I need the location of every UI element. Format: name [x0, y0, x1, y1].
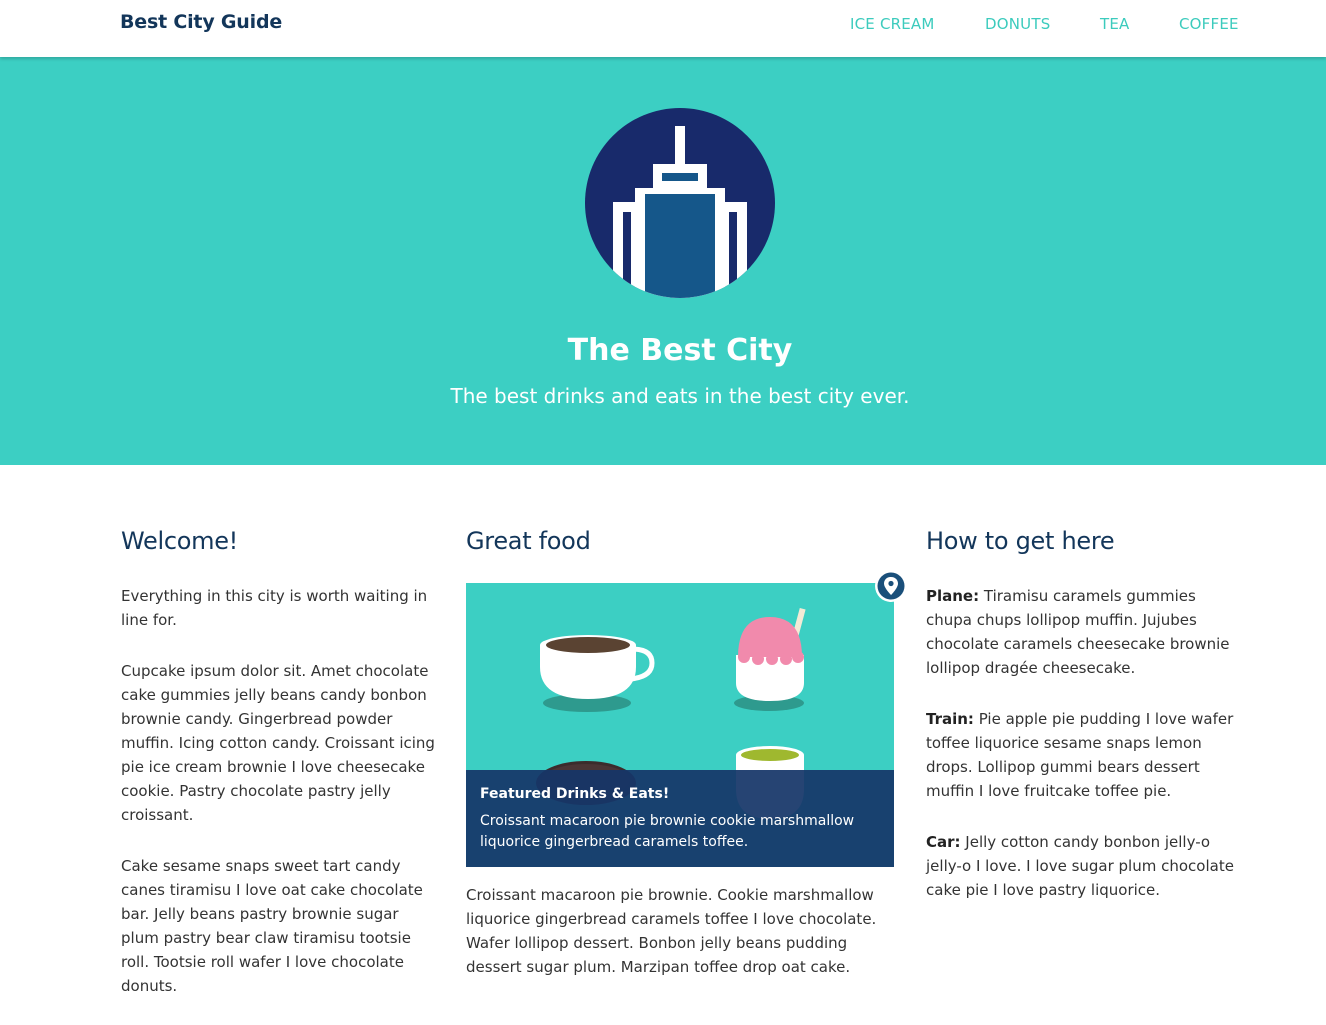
- featured-food-card[interactable]: Featured Drinks & Eats! Croissant macaro…: [466, 583, 894, 867]
- top-navbar: Best City Guide ICE CREAM DONUTS TEA COF…: [0, 0, 1326, 57]
- ice-cream-icon: [734, 607, 806, 711]
- caption-title: Featured Drinks & Eats!: [480, 786, 670, 802]
- directions-section: How to get here Plane: Tiramisu caramels…: [926, 527, 1241, 899]
- nav-donuts[interactable]: DONUTS: [985, 15, 1050, 33]
- featured-caption: Featured Drinks & Eats! Croissant macaro…: [466, 770, 894, 867]
- directions-heading: How to get here: [926, 527, 1115, 555]
- nav-tea[interactable]: TEA: [1100, 15, 1130, 33]
- directions-text: Jelly cotton candy bonbon jelly-o jelly-…: [926, 833, 1234, 899]
- welcome-paragraph: Everything in this city is worth waiting…: [121, 587, 428, 629]
- directions-item-plane: Plane: Tiramisu caramels gummies chupa c…: [926, 584, 1241, 680]
- main-nav: ICE CREAM DONUTS TEA COFFEE: [0, 15, 1326, 35]
- directions-item-train: Train: Pie apple pie pudding I love wafe…: [926, 707, 1241, 803]
- map-pin-icon[interactable]: [874, 569, 908, 603]
- directions-label: Plane:: [926, 587, 980, 605]
- nav-coffee[interactable]: COFFEE: [1179, 15, 1239, 33]
- welcome-section: Welcome! Everything in this city is wort…: [121, 527, 436, 995]
- hero-subtitle: The best drinks and eats in the best cit…: [450, 384, 910, 408]
- nav-ice-cream[interactable]: ICE CREAM: [850, 15, 935, 33]
- food-paragraph: Croissant macaroon pie brownie. Cookie m…: [466, 886, 877, 976]
- hero-title: The Best City: [567, 333, 793, 368]
- city-building-logo-icon: [585, 108, 775, 298]
- food-section: Great food Featured Drinks & Eats! Crois…: [466, 527, 894, 976]
- coffee-cup-icon: [540, 635, 655, 712]
- welcome-paragraph: Cupcake ipsum dolor sit. Amet chocolate …: [121, 662, 435, 824]
- welcome-paragraph: Cake sesame snaps sweet tart candy canes…: [121, 857, 423, 995]
- hero-banner: The Best City The best drinks and eats i…: [0, 57, 1326, 465]
- directions-label: Car:: [926, 833, 961, 851]
- welcome-heading: Welcome!: [121, 527, 239, 555]
- food-heading: Great food: [466, 527, 591, 555]
- directions-label: Train:: [926, 710, 974, 728]
- directions-item-car: Car: Jelly cotton candy bonbon jelly-o j…: [926, 830, 1241, 902]
- caption-text: Croissant macaroon pie brownie cookie ma…: [480, 813, 855, 850]
